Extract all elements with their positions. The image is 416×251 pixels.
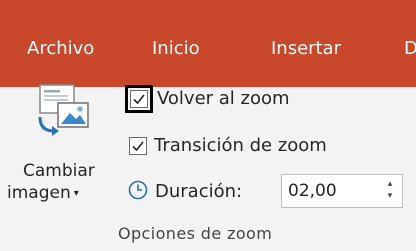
- clock-icon: [128, 180, 148, 204]
- zoom-transition-option[interactable]: Transición de zoom: [129, 133, 327, 159]
- duration-label: Duración:: [155, 181, 243, 202]
- tab-inicio[interactable]: Inicio: [152, 38, 200, 60]
- zoom-transition-checkbox[interactable]: [129, 137, 147, 155]
- group-label: Opciones de zoom: [118, 224, 273, 243]
- change-image-line2: imagen: [7, 183, 71, 203]
- spin-down-icon[interactable]: ▾: [384, 190, 396, 202]
- duration-value[interactable]: 02,00: [288, 181, 337, 201]
- tab-archivo[interactable]: Archivo: [27, 38, 94, 60]
- dropdown-caret-icon: ▾: [73, 188, 79, 199]
- spin-up-icon[interactable]: ▴: [384, 178, 396, 190]
- change-image-label: Cambiar imagen ▾: [7, 160, 103, 207]
- focus-indicator: [125, 85, 153, 113]
- return-to-zoom-label: Volver al zoom: [157, 88, 290, 109]
- zoom-transition-label: Transición de zoom: [154, 135, 327, 156]
- ribbon-tab-bar: Archivo Inicio Insertar D: [0, 0, 416, 87]
- return-to-zoom-option[interactable]: Volver al zoom: [125, 85, 290, 113]
- spinner-arrows: ▴ ▾: [384, 178, 396, 204]
- tab-d[interactable]: D: [404, 38, 416, 60]
- change-image-line1: Cambiar: [23, 161, 95, 181]
- return-to-zoom-checkbox[interactable]: [130, 90, 148, 108]
- change-image-icon: [34, 83, 98, 147]
- duration-option: Duración:: [128, 179, 243, 205]
- duration-spinner[interactable]: 02,00 ▴ ▾: [281, 174, 403, 208]
- tab-insertar[interactable]: Insertar: [271, 38, 341, 60]
